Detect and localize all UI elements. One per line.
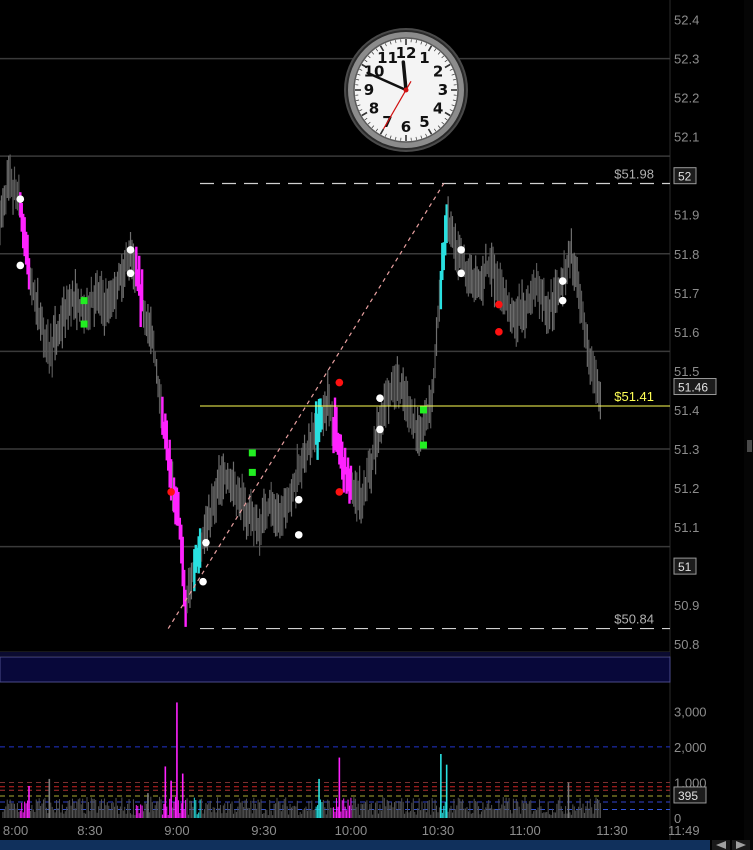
clock-numeral: 11 — [377, 49, 398, 67]
level-label: $51.41 — [614, 389, 654, 404]
scroll-left-arrow-icon[interactable] — [712, 840, 730, 850]
x-tick-label: 9:30 — [251, 823, 276, 838]
y-tick-label: 51.5 — [674, 364, 699, 379]
signal-dot — [558, 277, 567, 285]
y-tick-label: 51.6 — [674, 325, 699, 340]
clock-numeral: 3 — [438, 81, 448, 99]
y-tick-label: 51.3 — [674, 442, 699, 457]
x-tick-label: 10:00 — [335, 823, 368, 838]
clock-numeral: 4 — [433, 100, 443, 118]
signal-dot — [495, 328, 503, 336]
y-tick-label: 51.4 — [674, 403, 699, 418]
pane-separator — [0, 652, 670, 656]
signal-dot — [376, 394, 384, 403]
signal-dot — [335, 378, 344, 387]
signal-square — [80, 297, 88, 305]
y-tick-label: 50.9 — [674, 598, 699, 613]
right-scrollbar[interactable] — [744, 0, 753, 850]
signal-dot — [16, 261, 25, 270]
x-tick-label: 11:30 — [596, 823, 628, 838]
x-tick-label: 11:00 — [509, 823, 541, 838]
signal-dot — [126, 246, 135, 254]
x-tick-label: 9:00 — [164, 823, 189, 838]
signal-dot — [294, 531, 303, 539]
signal-dot — [294, 495, 303, 504]
signal-dot — [457, 269, 465, 278]
signal-dot — [457, 246, 465, 254]
y-tick-label: 52.3 — [674, 52, 699, 67]
y-tick-label: 51.1 — [674, 520, 699, 535]
x-tick-label: 10:30 — [422, 823, 455, 838]
signal-dot — [495, 300, 503, 309]
y-tick-label: 51.2 — [674, 481, 699, 496]
clock-numeral: 5 — [419, 113, 429, 131]
signal-square — [419, 406, 427, 414]
axis-price-box-label: 51.46 — [678, 381, 708, 395]
axis-price-box-label: 51 — [678, 560, 692, 574]
stock-chart[interactable]: $51.98$51.41$50.84 52.452.352.252.15251.… — [0, 0, 753, 850]
y-tick-label: 51.7 — [674, 286, 699, 301]
indicator-band — [0, 656, 671, 683]
x-tick-label: 8:00 — [3, 823, 28, 838]
signal-dot — [167, 488, 175, 496]
y-tick-label: 52.2 — [674, 91, 699, 106]
signal-square — [80, 320, 88, 328]
signal-dot — [376, 425, 384, 434]
scroll-right-arrow-icon[interactable] — [732, 840, 750, 850]
clock-center-pin — [403, 87, 409, 93]
signal-dot — [199, 577, 207, 586]
y-tick-label: 51.8 — [674, 247, 699, 262]
clock-numeral: 6 — [401, 118, 411, 136]
signal-dot — [16, 195, 25, 203]
signal-square — [419, 441, 427, 449]
signal-square — [248, 449, 256, 457]
volume-tick-label: 3,000 — [674, 704, 707, 719]
x-tick-label: 8:30 — [77, 823, 102, 838]
clock-numeral: 12 — [396, 44, 417, 62]
clock-numeral: 8 — [369, 100, 379, 118]
y-tick-label: 52.4 — [674, 13, 699, 28]
y-tick-label: 52.1 — [674, 130, 699, 145]
signal-dot — [558, 296, 567, 305]
signal-dot — [202, 538, 210, 547]
y-tick-label: 50.8 — [674, 637, 699, 652]
level-label: $50.84 — [614, 612, 654, 627]
scroll-handle[interactable] — [747, 440, 752, 452]
volume-tick-label: 2,000 — [674, 740, 707, 755]
clock-numeral: 2 — [433, 63, 443, 81]
level-label: $51.98 — [614, 166, 654, 181]
y-tick-label: 51.9 — [674, 208, 699, 223]
x-tick-label: 11:49 — [668, 823, 700, 838]
signal-dot — [335, 488, 344, 496]
volume-last-label: 395 — [678, 789, 698, 803]
axis-price-box-label: 52 — [678, 170, 692, 184]
signal-dot — [126, 269, 135, 278]
signal-square — [248, 468, 256, 476]
clock-numeral: 1 — [419, 49, 429, 67]
clock-numeral: 9 — [364, 81, 374, 99]
bottom-scrollbar[interactable] — [0, 840, 710, 850]
analog-clock: 121234567891011 — [344, 28, 468, 152]
